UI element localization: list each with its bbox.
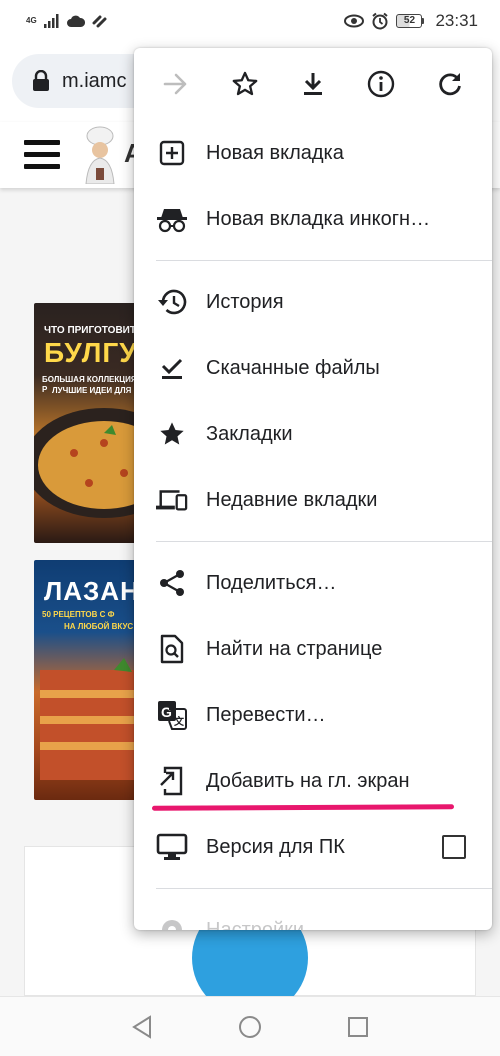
refresh-icon[interactable] — [426, 60, 474, 108]
recipe-card-bulgur[interactable]: ЧТО ПРИГОТОВИТЬ БУЛГУР БОЛЬШАЯ КОЛЛЕКЦИЯ… — [34, 303, 144, 543]
bulgur-dish-image — [34, 408, 144, 518]
eye-comfort-icon — [344, 14, 365, 28]
download-icon[interactable] — [289, 60, 337, 108]
menu-item-settings[interactable]: Настройки — [134, 897, 492, 930]
menu-item-label: Перевести… — [206, 703, 326, 726]
add-to-home-icon — [156, 765, 188, 797]
menu-item-label: История — [206, 290, 284, 313]
url-text[interactable]: m.iamc — [62, 70, 126, 93]
menu-item-label: Новая вкладка — [206, 141, 344, 164]
battery-level: 52 — [396, 14, 423, 28]
menu-item-label: Поделиться… — [206, 571, 337, 594]
menu-item-find-in-page[interactable]: Найти на странице — [134, 616, 492, 682]
incognito-icon — [156, 203, 188, 235]
recipe-card-lasagna[interactable]: ЛАЗАН 50 РЕЦЕПТОВ С Ф НА ЛЮБОЙ ВКУС — [34, 560, 144, 800]
history-icon — [156, 286, 188, 318]
chef-logo[interactable] — [76, 126, 124, 184]
status-left: 4G — [26, 14, 108, 28]
clock: 23:31 — [435, 11, 478, 30]
menu-item-label: Скачанные файлы — [206, 356, 380, 379]
card-title: БУЛГУР — [44, 337, 144, 368]
menu-item-new-tab[interactable]: Новая вкладка — [134, 120, 492, 186]
share-icon — [156, 567, 188, 599]
menu-divider — [156, 888, 492, 889]
svg-text:G: G — [161, 704, 172, 720]
svg-text:文: 文 — [174, 715, 185, 728]
network-type: 4G — [26, 16, 37, 25]
recents-nav-icon[interactable] — [336, 1005, 380, 1049]
downloads-check-icon — [156, 352, 188, 384]
menu-item-label: Недавние вкладки — [206, 488, 378, 511]
menu-toolbar — [134, 48, 492, 120]
back-nav-icon[interactable] — [120, 1005, 164, 1049]
menu-item-new-incognito-tab[interactable]: Новая вкладка инкогн… — [134, 186, 492, 252]
bookmarks-star-icon — [156, 418, 188, 450]
menu-item-label: Найти на странице — [206, 637, 383, 660]
card-title: ЛАЗАН — [44, 576, 140, 606]
menu-divider — [156, 541, 492, 542]
alarm-icon — [372, 12, 389, 30]
link-icon — [92, 15, 107, 28]
card-subtitle-1: 50 РЕЦЕПТОВ С Ф — [42, 610, 115, 619]
menu-item-label: Новая вкладка инкогн… — [206, 207, 431, 230]
recent-tabs-icon — [156, 484, 188, 516]
menu-divider — [156, 260, 492, 261]
card-subtitle-2: ЛУЧШИЕ ИДЕИ ДЛЯ В — [52, 386, 140, 395]
battery-icon: 52 — [396, 14, 425, 28]
desktop-icon — [156, 831, 188, 863]
chrome-overflow-menu: Новая вкладка Новая вкладка инкогн… Исто… — [134, 48, 492, 930]
settings-icon — [156, 914, 188, 930]
menu-item-history[interactable]: История — [134, 269, 492, 335]
screen: 4G 52 23:31 m.iamc A — [0, 0, 500, 1056]
find-in-page-icon — [156, 633, 188, 665]
forward-icon[interactable] — [152, 60, 200, 108]
menu-item-downloads[interactable]: Скачанные файлы — [134, 335, 492, 401]
menu-item-translate[interactable]: G文 Перевести… — [134, 682, 492, 748]
star-icon[interactable] — [221, 60, 269, 108]
hamburger-menu-icon[interactable] — [24, 140, 60, 170]
menu-item-label: Версия для ПК — [206, 835, 345, 858]
signal-icon — [43, 14, 59, 28]
android-nav-bar — [0, 996, 500, 1056]
menu-item-label: Добавить на гл. экран — [206, 769, 410, 792]
translate-icon: G文 — [156, 699, 188, 731]
card-subtitle-2: НА ЛЮБОЙ ВКУС — [64, 622, 134, 631]
menu-item-recent-tabs[interactable]: Недавние вкладки — [134, 467, 492, 533]
menu-item-label: Настройки — [206, 918, 305, 931]
menu-item-bookmarks[interactable]: Закладки — [134, 401, 492, 467]
new-tab-icon — [156, 137, 188, 169]
card-kicker: ЧТО ПРИГОТОВИТЬ — [44, 325, 144, 336]
lock-icon — [33, 70, 49, 91]
status-right: 52 23:31 — [344, 11, 478, 31]
menu-item-share[interactable]: Поделиться… — [134, 550, 492, 616]
status-bar: 4G 52 23:31 — [0, 0, 500, 42]
cloud-icon — [66, 15, 85, 27]
desktop-site-checkbox[interactable] — [442, 835, 466, 859]
home-nav-icon[interactable] — [228, 1005, 272, 1049]
info-icon[interactable] — [357, 60, 405, 108]
lasagna-image — [40, 658, 144, 780]
menu-item-desktop-site[interactable]: Версия для ПК — [134, 814, 492, 880]
menu-item-label: Закладки — [206, 422, 293, 445]
